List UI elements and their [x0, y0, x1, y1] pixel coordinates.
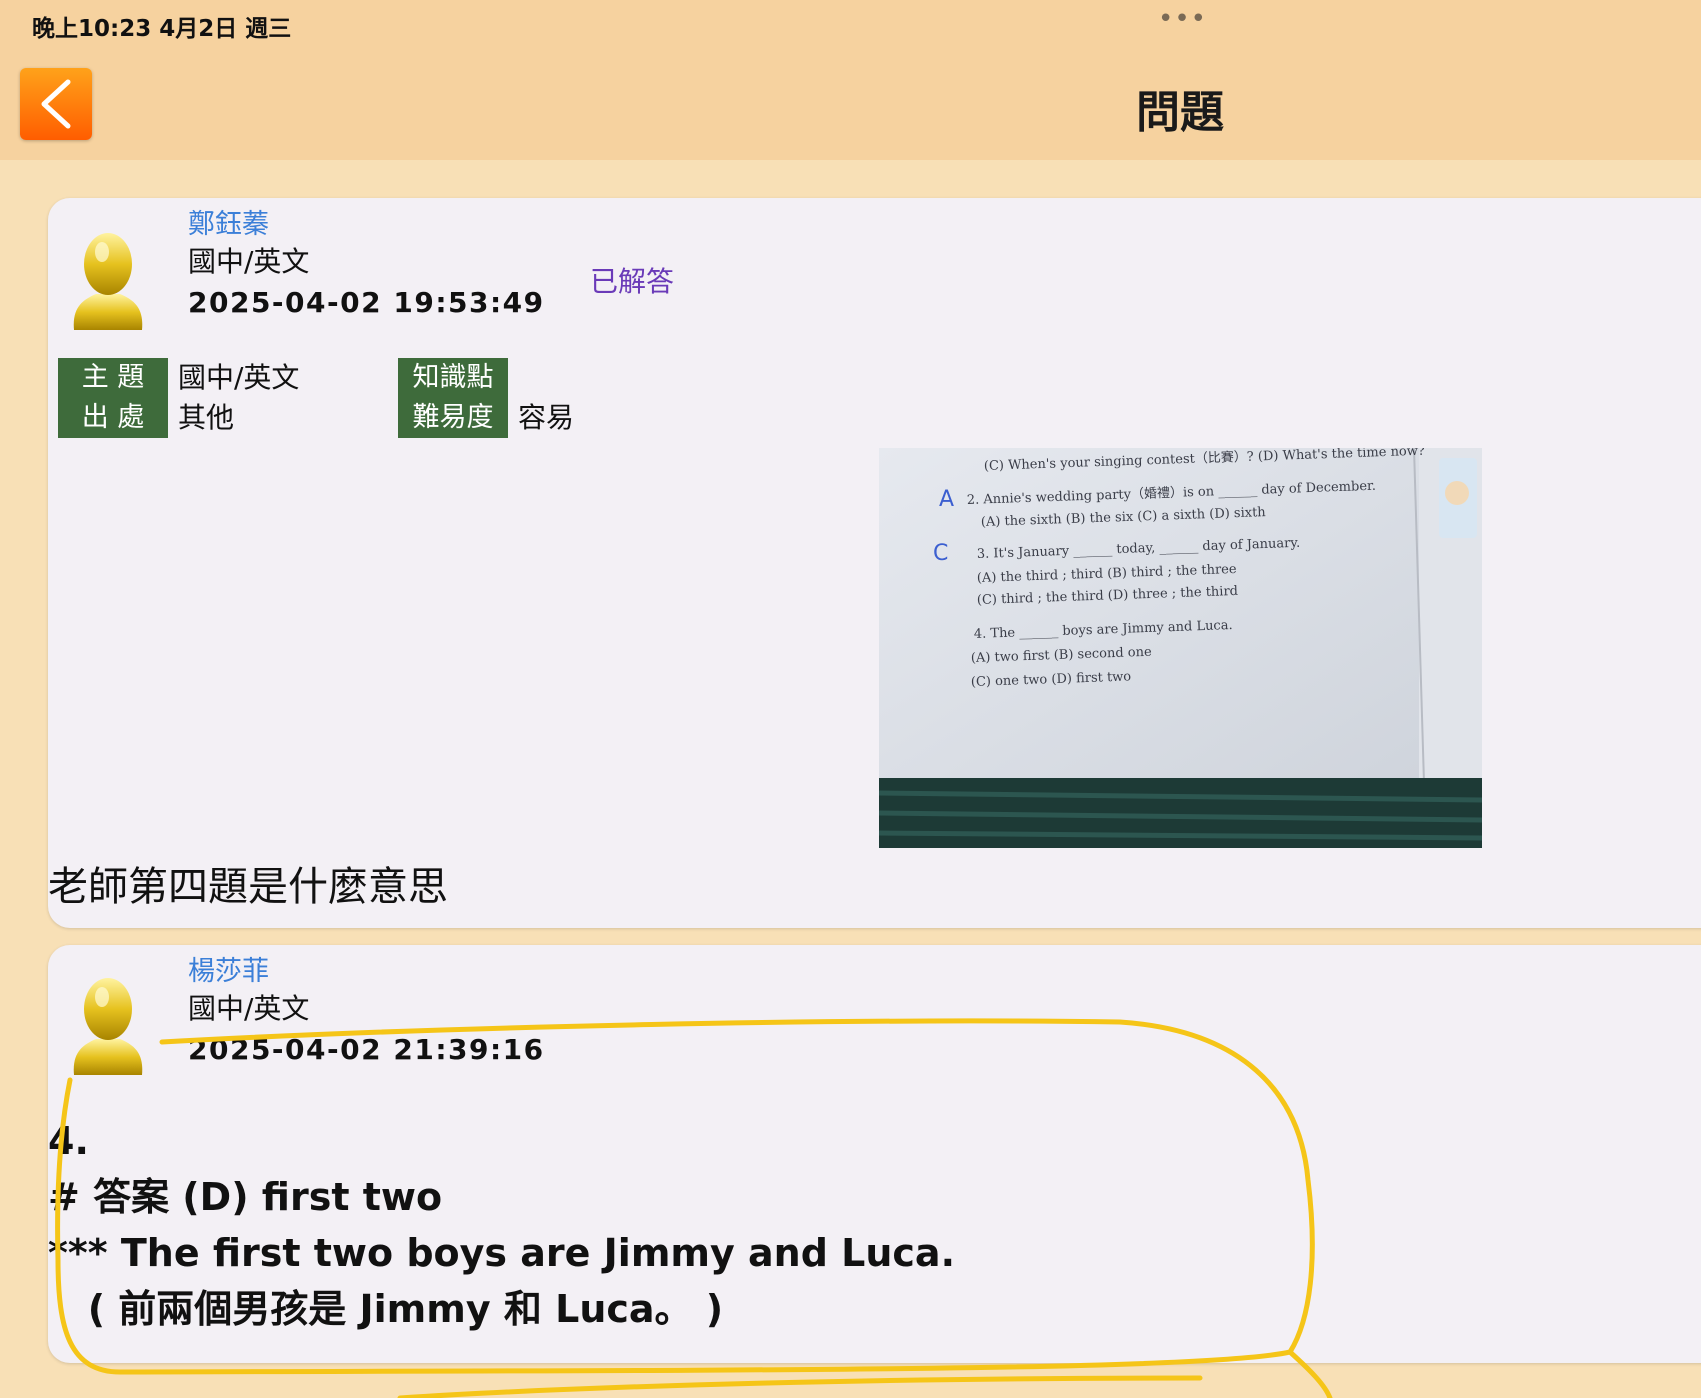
photo-answer-mark: C: [933, 541, 948, 566]
chevron-left-icon: [41, 79, 71, 129]
answer-text: 4. # 答案 (D) first two *** The first two …: [48, 1113, 955, 1337]
more-dots-icon[interactable]: •••: [1158, 4, 1207, 34]
answer-line: 4.: [48, 1119, 89, 1163]
author-name[interactable]: 楊莎菲: [188, 949, 269, 988]
source-label: 出 處: [58, 398, 168, 438]
difficulty-label: 難易度: [398, 398, 508, 438]
difficulty-value: 容易: [518, 401, 575, 434]
back-button[interactable]: [20, 68, 92, 140]
source-value: 其他: [178, 401, 235, 434]
answer-line: *** The first two boys are Jimmy and Luc…: [48, 1231, 956, 1275]
topic-label: 主 題: [58, 358, 168, 398]
post-time: 2025-04-02 19:53:49: [188, 286, 545, 319]
status-badge: 已解答: [590, 265, 675, 298]
status-bar: 晚上10:23 4月2日 週三 •••: [0, 0, 1701, 50]
nav-bar: 問題: [0, 50, 1701, 160]
homework-photo[interactable]: (C) When's your singing contest（比賽）? (D)…: [879, 448, 1482, 848]
answer-card: 楊莎菲 國中/英文 2025-04-02 21:39:16 4. # 答案 (D…: [48, 945, 1701, 1363]
author-subject: 國中/英文: [188, 992, 310, 1025]
question-card: 鄭鈺蓁 國中/英文 2025-04-02 19:53:49 已解答 主 題 國中…: [48, 198, 1701, 928]
status-time: 晚上10:23 4月2日 週三: [32, 16, 292, 42]
answer-line: ( 前兩個男孩是 Jimmy 和 Luca。 ): [48, 1287, 724, 1331]
post-time: 2025-04-02 21:39:16: [188, 1033, 545, 1066]
author-name[interactable]: 鄭鈺蓁: [188, 202, 269, 241]
author-subject: 國中/英文: [188, 245, 310, 278]
answer-line: # 答案 (D) first two: [48, 1175, 443, 1219]
photo-answer-mark: A: [939, 487, 954, 512]
user-avatar-icon: [73, 233, 143, 330]
question-text: 老師第四題是什麼意思: [48, 864, 448, 910]
knowledge-label: 知識點: [398, 358, 508, 398]
page-title: 問題: [1136, 87, 1224, 138]
topic-value: 國中/英文: [178, 361, 300, 394]
user-avatar-icon: [73, 978, 143, 1075]
